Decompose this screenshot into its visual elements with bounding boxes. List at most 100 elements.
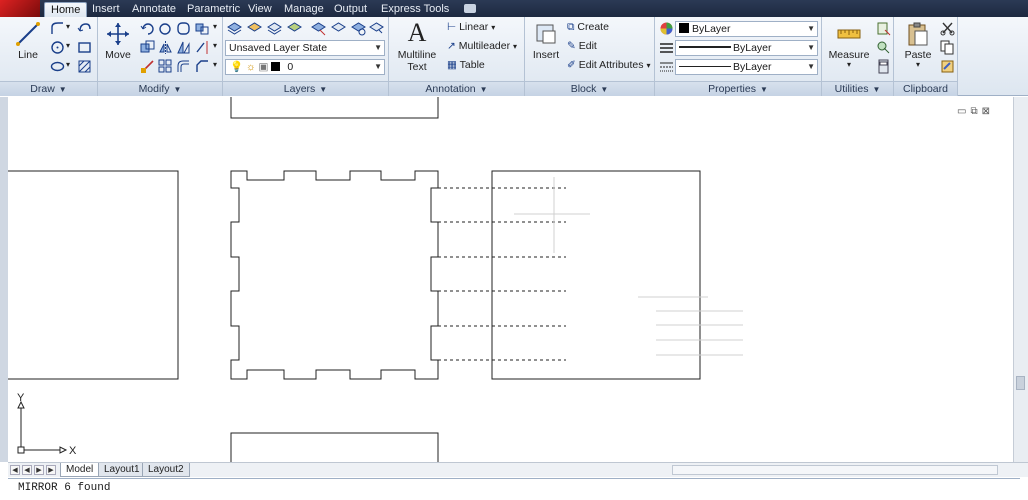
next-layout-icon[interactable]: ▶	[34, 465, 44, 475]
panel-title-properties[interactable]: Properties ▼	[655, 81, 821, 96]
last-layout-icon[interactable]: ▶	[46, 465, 56, 475]
paste-button[interactable]: Paste ▾	[898, 21, 938, 69]
circle-icon[interactable]	[50, 40, 65, 55]
layer-tool-icon[interactable]	[287, 21, 302, 36]
minimize-icon[interactable]: ▭	[957, 106, 970, 117]
layer-dropdown[interactable]: 💡 ☼ ▣ 0 ▼	[225, 59, 385, 75]
extend-icon[interactable]	[195, 40, 210, 55]
layer-tool-icon[interactable]	[369, 21, 384, 36]
lightbulb-icon: 💡	[230, 61, 244, 73]
fillet-icon[interactable]	[176, 21, 191, 36]
explode-icon[interactable]	[195, 21, 210, 36]
dropdown-arrow-icon[interactable]: ▾	[213, 60, 217, 69]
panel-title-draw[interactable]: Draw ▼	[0, 81, 97, 96]
drawing-canvas[interactable]: Y X	[0, 97, 1028, 462]
mirror-icon[interactable]	[158, 40, 173, 55]
edit-block-icon: ✎	[567, 40, 576, 52]
array-icon[interactable]	[158, 59, 173, 74]
ribbon: Line ▾ ▾ ▾ Draw ▼ Move ▾ ▾ ▾ Modify ▼ Un…	[0, 17, 1028, 96]
multiline-text-button[interactable]: A Multiline Text	[395, 19, 439, 74]
vertical-scroll-thumb[interactable]	[1016, 376, 1025, 390]
chamfer-icon[interactable]	[195, 59, 210, 74]
edit-block-button[interactable]: ✎ Edit	[567, 40, 597, 52]
ribbon-minimize-icon[interactable]	[464, 4, 476, 13]
restore-icon[interactable]: ⧉	[970, 106, 981, 117]
tab-express-tools[interactable]: Express Tools	[375, 2, 455, 17]
linear-dimension-icon: ⊢	[447, 21, 457, 33]
hatch-icon[interactable]	[77, 59, 92, 74]
tab-insert[interactable]: Insert	[86, 2, 126, 17]
arc-icon[interactable]	[77, 21, 92, 36]
close-icon[interactable]: ⊠	[982, 106, 994, 117]
polyline-icon[interactable]	[50, 21, 65, 36]
trim-icon[interactable]	[158, 21, 173, 36]
panel-title-modify[interactable]: Modify ▼	[98, 81, 222, 96]
multileader-button[interactable]: ↗ Multileader ▾	[447, 40, 517, 52]
rectangle-icon[interactable]	[77, 40, 92, 55]
table-button[interactable]: ▦ Table	[447, 59, 485, 71]
layer-properties-icon[interactable]	[227, 21, 242, 36]
move-button[interactable]: Move	[100, 21, 136, 61]
prev-layout-icon[interactable]: ◀	[22, 465, 32, 475]
dropdown-arrow-icon[interactable]: ▾	[66, 60, 70, 69]
copy-icon[interactable]	[140, 40, 155, 55]
tab-layout2[interactable]: Layout2	[142, 463, 190, 477]
panel-utilities: Measure ▾ Utilities ▼	[822, 17, 894, 96]
sun-icon: ☼	[246, 61, 256, 73]
layer-state-dropdown[interactable]: Unsaved Layer State ▼	[225, 40, 385, 56]
copy-clip-icon[interactable]	[940, 40, 955, 55]
lineweight-icon[interactable]	[659, 59, 674, 74]
offset-icon[interactable]	[176, 59, 191, 74]
application-menu-button[interactable]	[0, 0, 40, 17]
layer-tool-icon[interactable]	[331, 21, 346, 36]
tab-manage[interactable]: Manage	[278, 2, 330, 17]
color-dropdown[interactable]: ByLayer ▼	[675, 21, 818, 37]
first-layout-icon[interactable]: ◀	[10, 465, 20, 475]
panel-clipboard: Paste ▾ Clipboard	[894, 17, 958, 96]
cut-icon[interactable]	[940, 21, 955, 36]
layer-tool-icon[interactable]	[267, 21, 282, 36]
panel-title-utilities[interactable]: Utilities ▼	[822, 81, 893, 96]
panel-title-clipboard[interactable]: Clipboard	[894, 81, 957, 96]
scale-icon[interactable]	[176, 40, 191, 55]
tab-parametric[interactable]: Parametric	[181, 2, 246, 17]
calculator-icon[interactable]	[876, 59, 891, 74]
panel-title-annotation[interactable]: Annotation ▼	[389, 81, 524, 96]
tab-model[interactable]: Model	[60, 463, 100, 477]
measure-button[interactable]: Measure ▾	[826, 21, 872, 69]
lineweight-dropdown[interactable]: ByLayer ▼	[675, 59, 818, 75]
quick-select-icon[interactable]	[876, 21, 891, 36]
tab-home[interactable]: Home	[44, 2, 88, 17]
line-button[interactable]: Line	[10, 21, 46, 61]
panel-title-block[interactable]: Block ▼	[525, 81, 654, 96]
match-properties-icon[interactable]	[940, 59, 955, 74]
edit-attributes-button[interactable]: ✐ Edit Attributes ▾	[567, 59, 650, 71]
layer-tool-icon[interactable]	[351, 21, 366, 36]
color-wheel-icon[interactable]	[659, 21, 674, 36]
tab-layout1[interactable]: Layout1	[98, 463, 146, 477]
vertical-scrollbar[interactable]	[1013, 97, 1028, 462]
stretch-icon[interactable]	[140, 59, 155, 74]
ellipse-icon[interactable]	[50, 59, 65, 74]
dropdown-arrow-icon[interactable]: ▾	[213, 41, 217, 50]
command-line[interactable]: MIRROR 6 found	[8, 478, 1020, 500]
dropdown-arrow-icon[interactable]: ▾	[213, 22, 217, 31]
tab-view[interactable]: View	[242, 2, 278, 17]
tab-annotate[interactable]: Annotate	[126, 2, 182, 17]
linetype-dropdown[interactable]: ByLayer ▼	[675, 40, 818, 56]
dropdown-arrow-icon[interactable]: ▾	[66, 22, 70, 31]
linetype-icon[interactable]	[659, 40, 674, 55]
layer-tool-icon[interactable]	[311, 21, 326, 36]
dropdown-arrow-icon[interactable]: ▾	[66, 41, 70, 50]
right-rectangle	[491, 170, 701, 380]
linear-dimension-button[interactable]: ⊢ Linear ▾	[447, 21, 495, 33]
drawing-geometry[interactable]: Y X	[8, 97, 1013, 462]
horizontal-scrollbar[interactable]	[672, 465, 998, 475]
layer-tool-icon[interactable]	[247, 21, 262, 36]
panel-title-layers[interactable]: Layers ▼	[223, 81, 388, 96]
tab-output[interactable]: Output	[328, 2, 373, 17]
id-point-icon[interactable]	[876, 40, 891, 55]
insert-block-button[interactable]: Insert	[529, 21, 563, 61]
rotate-icon[interactable]	[140, 21, 155, 36]
create-block-button[interactable]: ⧉ Create	[567, 21, 609, 34]
